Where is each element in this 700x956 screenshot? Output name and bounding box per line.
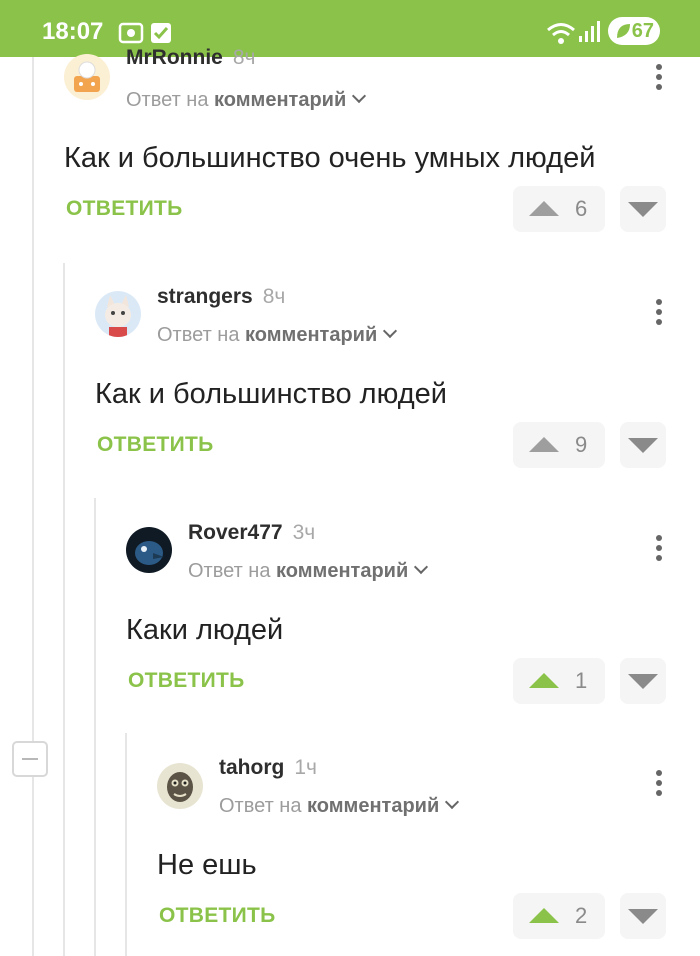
downvote-icon: [628, 438, 658, 453]
more-options-button[interactable]: [656, 770, 662, 800]
thread-line-level-2: [63, 263, 65, 956]
wifi-icon: [547, 23, 575, 44]
comment-time: 3ч: [292, 521, 316, 544]
downvote-icon: [628, 674, 658, 689]
avatar[interactable]: [157, 763, 203, 809]
upvote-icon: [529, 673, 559, 688]
reply-button[interactable]: ОТВЕТИТЬ: [97, 433, 214, 457]
comment-strangers: strangers 8ч Ответ на комментарий Как и б…: [95, 282, 700, 472]
upvote-icon: [529, 908, 559, 923]
comment-author[interactable]: Rover477 3ч: [188, 521, 315, 545]
author-name[interactable]: Rover477: [188, 521, 283, 544]
thread-line-level-3: [94, 498, 96, 956]
downvote-icon: [628, 909, 658, 924]
chevron-down-icon: [383, 323, 398, 339]
comment-rover477: Rover477 3ч Ответ на комментарий Каки люд…: [126, 518, 700, 708]
rating-count: 9: [575, 432, 588, 457]
checkbox-notification-icon: [151, 23, 171, 43]
reply-to-link[interactable]: Ответ на комментарий: [188, 559, 429, 583]
reply-to-prefix: Ответ на: [219, 795, 302, 817]
author-name[interactable]: strangers: [157, 285, 253, 308]
comment-time: 8ч: [232, 46, 256, 69]
reply-button[interactable]: ОТВЕТИТЬ: [128, 669, 245, 693]
author-name[interactable]: tahorg: [219, 756, 284, 779]
upvote-icon: [529, 201, 559, 216]
reply-to-target: комментарий: [276, 560, 409, 582]
reply-to-target: комментарий: [214, 89, 347, 111]
upvote-button[interactable]: 6: [513, 186, 605, 232]
comment-mrronnie: MrRonnie 8ч Ответ на комментарий Как и бо…: [64, 46, 700, 236]
author-name[interactable]: MrRonnie: [126, 46, 223, 69]
screenshot-icon: [118, 22, 144, 44]
chevron-down-icon: [352, 88, 367, 104]
comment-text: Каки людей: [126, 614, 284, 646]
comment-time: 8ч: [262, 285, 286, 308]
reply-to-link[interactable]: Ответ на комментарий: [219, 794, 460, 818]
battery-level: 67: [631, 20, 654, 42]
status-time: 18:07: [42, 18, 104, 45]
reply-to-link[interactable]: Ответ на комментарий: [157, 323, 398, 347]
upvote-icon: [529, 437, 559, 452]
reply-to-prefix: Ответ на: [188, 560, 271, 582]
downvote-button[interactable]: [620, 893, 666, 939]
reply-to-target: комментарий: [307, 795, 440, 817]
rating-count: 6: [575, 196, 588, 221]
battery-indicator: 67: [608, 17, 660, 45]
upvote-button[interactable]: 1: [513, 658, 605, 704]
more-options-button[interactable]: [656, 299, 662, 329]
comment-author[interactable]: MrRonnie 8ч: [126, 46, 255, 70]
downvote-icon: [628, 202, 658, 217]
battery-saver-leaf-icon: [617, 24, 630, 38]
comment-time: 1ч: [294, 756, 317, 779]
upvote-button[interactable]: 2: [513, 893, 605, 939]
downvote-button[interactable]: [620, 658, 666, 704]
collapse-thread-button[interactable]: [12, 741, 48, 777]
comment-text: Как и большинство людей: [95, 378, 447, 410]
more-options-button[interactable]: [656, 535, 662, 565]
comment-text: Как и большинство очень умных людей: [64, 142, 596, 174]
rating-count: 1: [575, 668, 588, 693]
comment-tahorg: tahorg 1ч Ответ на комментарий Не ешь ОТВ…: [157, 753, 700, 943]
comment-text: Не ешь: [157, 849, 257, 881]
downvote-button[interactable]: [620, 422, 666, 468]
thread-line-level-4: [125, 733, 127, 956]
avatar[interactable]: [95, 291, 141, 337]
signal-icon: [579, 21, 600, 42]
comment-author[interactable]: tahorg 1ч: [219, 756, 317, 780]
avatar[interactable]: [126, 527, 172, 573]
more-options-button[interactable]: [656, 64, 662, 94]
reply-button[interactable]: ОТВЕТИТЬ: [66, 197, 183, 221]
reply-button[interactable]: ОТВЕТИТЬ: [159, 904, 276, 928]
reply-to-prefix: Ответ на: [126, 89, 209, 111]
avatar[interactable]: [64, 54, 110, 100]
downvote-button[interactable]: [620, 186, 666, 232]
chevron-down-icon: [445, 794, 460, 810]
upvote-button[interactable]: 9: [513, 422, 605, 468]
rating-count: 2: [575, 903, 588, 928]
comment-author[interactable]: strangers 8ч: [157, 285, 285, 309]
reply-to-link[interactable]: Ответ на комментарий: [126, 88, 367, 112]
thread-line-level-1: [32, 57, 34, 956]
reply-to-prefix: Ответ на: [157, 324, 240, 346]
reply-to-target: комментарий: [245, 324, 378, 346]
chevron-down-icon: [414, 559, 429, 575]
